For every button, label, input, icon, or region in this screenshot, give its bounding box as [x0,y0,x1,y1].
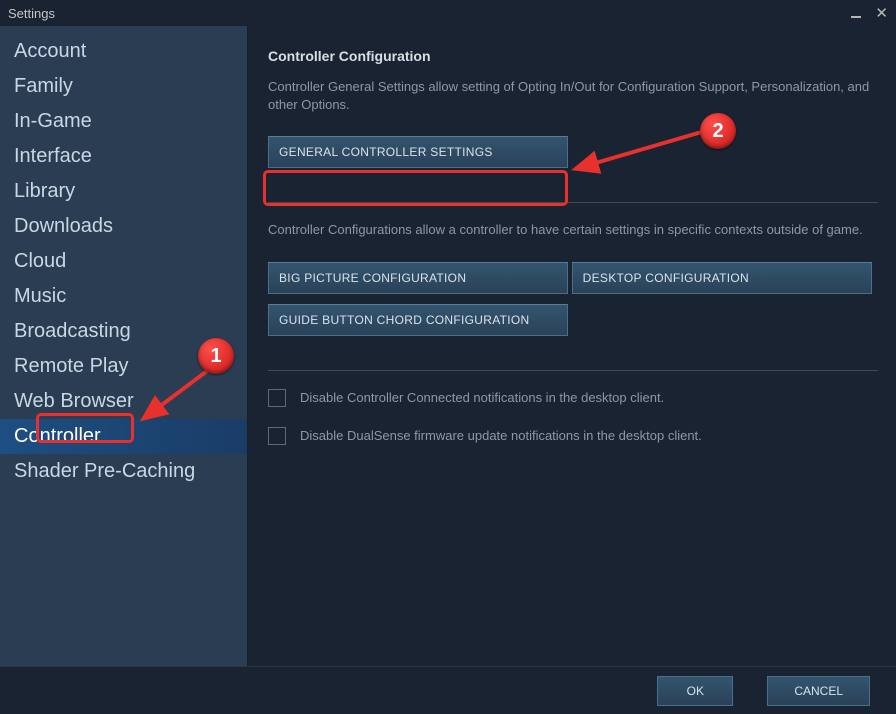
sidebar: Account Family In-Game Interface Library… [0,26,248,666]
sidebar-item-downloads[interactable]: Downloads [0,209,247,244]
guide-button-chord-config-button[interactable]: GUIDE BUTTON CHORD CONFIGURATION [268,304,568,336]
section2-description: Controller Configurations allow a contro… [268,221,878,239]
close-button[interactable]: ✕ [875,4,888,22]
section-title: Controller Configuration [268,48,878,64]
titlebar: Settings ✕ [0,0,896,26]
main-area: Account Family In-Game Interface Library… [0,26,896,666]
sidebar-item-account[interactable]: Account [0,34,247,69]
sidebar-item-broadcasting[interactable]: Broadcasting [0,314,247,349]
checkbox-row-2: Disable DualSense firmware update notifi… [268,427,878,445]
divider-2 [268,370,878,371]
sidebar-item-library[interactable]: Library [0,174,247,209]
disable-dualsense-firmware-checkbox[interactable] [268,427,286,445]
divider [268,202,878,203]
sidebar-item-controller[interactable]: Controller [0,419,247,454]
sidebar-item-shader-pre-caching[interactable]: Shader Pre-Caching [0,454,247,489]
window-title: Settings [8,6,55,21]
checkbox-label: Disable Controller Connected notificatio… [300,390,664,405]
sidebar-item-music[interactable]: Music [0,279,247,314]
minimize-button[interactable] [851,5,861,21]
sidebar-item-interface[interactable]: Interface [0,139,247,174]
sidebar-item-remote-play[interactable]: Remote Play [0,349,247,384]
sidebar-item-in-game[interactable]: In-Game [0,104,247,139]
ok-button[interactable]: OK [657,676,733,706]
cancel-button[interactable]: CANCEL [767,676,870,706]
desktop-config-button[interactable]: DESKTOP CONFIGURATION [572,262,872,294]
section-description: Controller General Settings allow settin… [268,78,878,114]
disable-controller-connected-checkbox[interactable] [268,389,286,407]
big-picture-config-button[interactable]: BIG PICTURE CONFIGURATION [268,262,568,294]
sidebar-item-family[interactable]: Family [0,69,247,104]
checkbox-row-1: Disable Controller Connected notificatio… [268,389,878,407]
sidebar-item-web-browser[interactable]: Web Browser [0,384,247,419]
titlebar-controls: ✕ [851,4,888,22]
content-panel: Controller Configuration Controller Gene… [248,26,896,666]
checkbox-label: Disable DualSense firmware update notifi… [300,428,702,443]
general-controller-settings-button[interactable]: GENERAL CONTROLLER SETTINGS [268,136,568,168]
footer: OK CANCEL [0,666,896,714]
sidebar-item-cloud[interactable]: Cloud [0,244,247,279]
